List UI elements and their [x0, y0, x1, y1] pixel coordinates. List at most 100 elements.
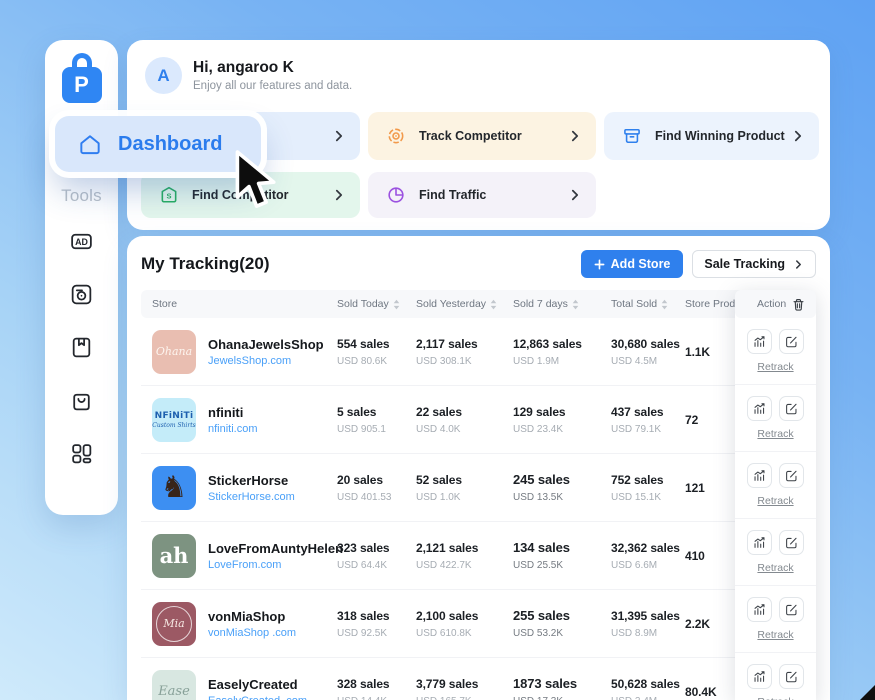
quick-card-label: Find Competitor	[192, 188, 289, 202]
sold-yesterday-value: 2,121 sales	[416, 541, 513, 555]
sold-7days-usd: USD 13.5K	[513, 492, 611, 503]
store-logo: Ohana	[152, 330, 196, 374]
apps-grid-icon[interactable]	[67, 438, 97, 468]
sold-yesterday-usd: USD 1.0K	[416, 492, 513, 503]
store-domain-link[interactable]: JewelsShop.com	[208, 355, 324, 367]
quick-card-label: Find Winning Product	[655, 129, 785, 143]
sold-today-usd: USD 905.1	[337, 424, 416, 435]
table-row: Ohana OhanaJewelsShop JewelsShop.com 554…	[141, 318, 816, 386]
row-actions: Retrack	[735, 586, 816, 653]
home-icon	[77, 131, 103, 157]
chevron-right-icon	[332, 129, 346, 143]
sold-7days-value: 245 sales	[513, 472, 611, 487]
total-sold-usd: USD 6.6M	[611, 560, 685, 571]
column-header-sold-yesterday[interactable]: Sold Yesterday	[416, 298, 513, 310]
saved-products-icon[interactable]	[67, 332, 97, 362]
edit-icon-button[interactable]	[779, 664, 804, 689]
edit-icon-button[interactable]	[779, 396, 804, 421]
column-header-sold-7days[interactable]: Sold 7 days	[513, 298, 611, 310]
sold-7days-value: 12,863 sales	[513, 337, 611, 351]
retrack-link[interactable]: Retrack	[757, 696, 793, 700]
product-box-icon	[622, 126, 642, 146]
quick-card-label: Find Traffic	[419, 188, 486, 202]
ads-icon[interactable]: AD	[67, 226, 97, 256]
store-products-value: 2.2K	[685, 617, 735, 631]
quick-card-find-winning-product[interactable]: Find Winning Product	[604, 112, 819, 160]
store-domain-link[interactable]: LoveFrom.com	[208, 559, 343, 571]
chart-icon-button[interactable]	[747, 396, 772, 421]
store-name: EaselyCreated	[208, 677, 307, 692]
column-header-total-sold[interactable]: Total Sold	[611, 298, 685, 310]
table-row: ah LoveFromAuntyHelen LoveFrom.com 323 s…	[141, 522, 816, 590]
retrack-link[interactable]: Retrack	[757, 562, 793, 574]
app-logo[interactable]: P	[61, 53, 103, 103]
sold-7days-usd: USD 1.9M	[513, 356, 611, 367]
edit-icon-button[interactable]	[779, 530, 804, 555]
quick-card-find-competitor[interactable]: S Find Competitor	[141, 172, 360, 218]
sold-yesterday-value: 22 sales	[416, 405, 513, 419]
quick-card-find-traffic[interactable]: Find Traffic	[368, 172, 596, 218]
competitor-scan-icon[interactable]	[67, 279, 97, 309]
sale-tracking-button[interactable]: Sale Tracking	[692, 250, 816, 278]
retrack-link[interactable]: Retrack	[757, 361, 793, 373]
chart-icon-button[interactable]	[747, 530, 772, 555]
edit-icon-button[interactable]	[779, 597, 804, 622]
table-row: Ease EaselyCreated EaselyCreated .com 32…	[141, 658, 816, 700]
sold-7days-value: 255 sales	[513, 608, 611, 623]
store-domain-link[interactable]: EaselyCreated .com	[208, 695, 307, 700]
store-products-value: 72	[685, 413, 735, 427]
chart-icon-button[interactable]	[747, 597, 772, 622]
target-icon	[386, 126, 406, 146]
table-row: ♞ StickerHorse StickerHorse.com 20 sales…	[141, 454, 816, 522]
column-header-store: Store	[141, 298, 337, 310]
sold-today-usd: USD 14.4K	[337, 696, 416, 700]
total-sold-value: 50,628 sales	[611, 677, 685, 691]
sold-yesterday-value: 52 sales	[416, 473, 513, 487]
store-bag-icon[interactable]	[67, 385, 97, 415]
sold-today-usd: USD 64.4K	[337, 560, 416, 571]
sidebar-item-dashboard[interactable]: Dashboard	[55, 116, 261, 172]
sold-today-usd: USD 80.6K	[337, 356, 416, 367]
store-domain-link[interactable]: vonMiaShop .com	[208, 627, 296, 639]
row-actions: Retrack	[735, 318, 816, 385]
edit-icon-button[interactable]	[779, 329, 804, 354]
chart-icon-button[interactable]	[747, 463, 772, 488]
corner-cursor-fragment	[860, 685, 875, 700]
chevron-right-icon	[793, 259, 804, 270]
greeting-subtitle: Enjoy all our features and data.	[193, 80, 352, 92]
total-sold-value: 31,395 sales	[611, 609, 685, 623]
quick-card-track-competitor[interactable]: Track Competitor	[368, 112, 596, 160]
action-column-panel: Action Retrack	[735, 290, 816, 700]
store-products-value: 121	[685, 481, 735, 495]
sold-7days-value: 134 sales	[513, 540, 611, 555]
sort-icon	[490, 299, 497, 310]
chart-icon-button[interactable]	[747, 329, 772, 354]
retrack-link[interactable]: Retrack	[757, 495, 793, 507]
total-sold-usd: USD 4.5M	[611, 356, 685, 367]
add-store-button[interactable]: Add Store	[581, 250, 684, 278]
store-logo: ♞	[152, 466, 196, 510]
logo-letter: P	[62, 67, 102, 103]
store-logo: Mia	[152, 602, 196, 646]
store-name: LoveFromAuntyHelen	[208, 541, 343, 556]
sidebar: P Tools AD	[45, 40, 118, 515]
store-domain-link[interactable]: nfiniti.com	[208, 423, 258, 435]
sort-icon	[393, 299, 400, 310]
sold-today-value: 318 sales	[337, 609, 416, 623]
total-sold-usd: USD 2.4M	[611, 696, 685, 700]
sold-today-value: 5 sales	[337, 405, 416, 419]
edit-icon-button[interactable]	[779, 463, 804, 488]
retrack-link[interactable]: Retrack	[757, 428, 793, 440]
column-header-sold-today[interactable]: Sold Today	[337, 298, 416, 310]
retrack-link[interactable]: Retrack	[757, 629, 793, 641]
greeting-text: Hi, angaroo K	[193, 59, 352, 77]
dashboard-label: Dashboard	[118, 133, 222, 156]
sold-today-usd: USD 92.5K	[337, 628, 416, 639]
svg-text:S: S	[166, 192, 171, 201]
avatar[interactable]: A	[145, 57, 182, 94]
chart-icon-button[interactable]	[747, 664, 772, 689]
column-header-store-products[interactable]: Store Products	[685, 298, 735, 310]
pie-chart-icon	[386, 185, 406, 205]
trash-icon[interactable]	[792, 298, 805, 311]
store-domain-link[interactable]: StickerHorse.com	[208, 491, 295, 503]
